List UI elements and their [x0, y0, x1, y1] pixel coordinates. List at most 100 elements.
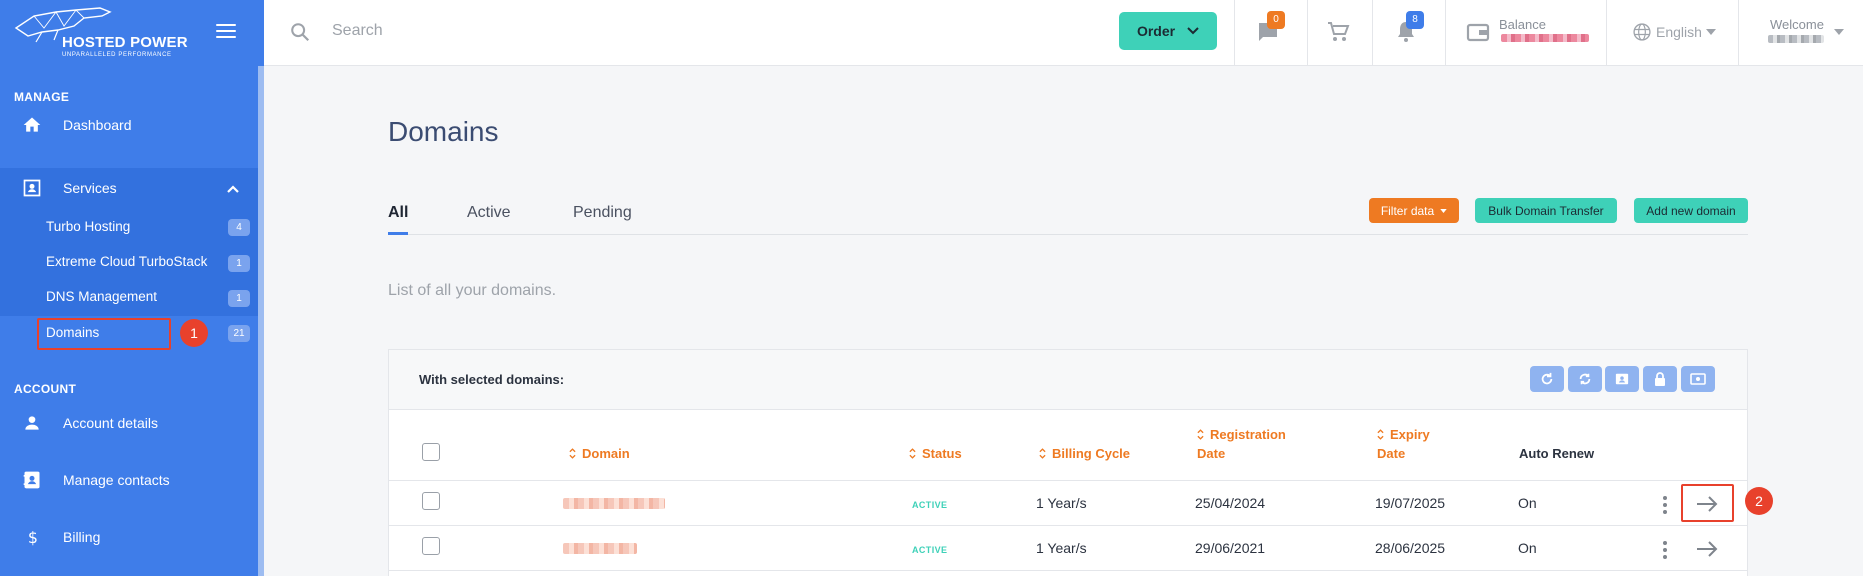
highlight-box: [1681, 484, 1734, 522]
balance-value-redacted: [1501, 34, 1589, 42]
filter-data-button[interactable]: Filter data: [1369, 198, 1459, 223]
auto-renew-value: On: [1518, 495, 1537, 511]
balance-label: Balance: [1499, 17, 1546, 32]
row-checkbox[interactable]: [422, 492, 440, 510]
column-header-billing-cycle[interactable]: Billing Cycle: [1039, 446, 1130, 461]
caret-down-icon: [1440, 208, 1447, 213]
filter-label: Filter data: [1380, 203, 1435, 218]
row-checkbox[interactable]: [422, 537, 440, 555]
username-redacted[interactable]: [1768, 35, 1824, 43]
status-badge: ACTIVE: [912, 500, 948, 510]
order-button[interactable]: Order: [1119, 12, 1217, 50]
sync-icon: [1579, 373, 1591, 385]
expiry-date: 28/06/2025: [1375, 540, 1446, 556]
sidebar-item-extreme-cloud[interactable]: Extreme Cloud TurboStack: [46, 254, 207, 269]
select-all-checkbox[interactable]: [422, 443, 440, 461]
step-marker: 2: [1745, 487, 1773, 515]
column-label: Domain: [582, 446, 630, 461]
sidebar-item-billing[interactable]: $ Billing: [0, 517, 258, 557]
section-title-manage: MANAGE: [14, 90, 70, 104]
column-label: Date: [1197, 446, 1226, 461]
lock-icon: [1655, 372, 1665, 386]
sidebar-item-label: Billing: [63, 529, 101, 545]
domain-name-redacted[interactable]: [563, 498, 665, 509]
billing-cycle: 1 Year/s: [1036, 540, 1087, 556]
welcome-label: Welcome: [1770, 17, 1824, 32]
notifications-badge: 8: [1406, 11, 1424, 29]
domain-name-redacted[interactable]: [563, 543, 637, 554]
search-icon: [291, 23, 310, 42]
lock-button[interactable]: [1643, 366, 1677, 392]
caret-down-icon[interactable]: [1834, 29, 1844, 35]
brand-logo[interactable]: HOSTED POWER UNPARALLELED PERFORMANCE: [14, 6, 194, 60]
language-selector[interactable]: English: [1632, 22, 1716, 42]
menu-toggle-icon[interactable]: [216, 24, 236, 38]
sidebar-item-label: Manage contacts: [63, 472, 170, 488]
home-icon: [23, 117, 41, 132]
header-divider: [1234, 0, 1235, 66]
contacts-button[interactable]: [1605, 366, 1639, 392]
messages-badge: 0: [1267, 11, 1285, 29]
add-new-domain-button[interactable]: Add new domain: [1634, 198, 1748, 223]
contact-card-icon: [23, 179, 41, 197]
arrow-right-icon[interactable]: [1696, 540, 1718, 558]
more-options-icon[interactable]: [1663, 541, 1667, 559]
column-header-domain[interactable]: Domain: [569, 446, 630, 461]
refresh-icon: [1541, 372, 1553, 385]
registration-date: 25/04/2024: [1195, 495, 1266, 511]
sidebar-item-manage-contacts[interactable]: Manage contacts: [0, 460, 258, 500]
tab-pending[interactable]: Pending: [573, 204, 632, 222]
column-header-auto-renew: Auto Renew: [1519, 446, 1595, 461]
sidebar-item-dashboard[interactable]: Dashboard: [0, 105, 258, 145]
status-badge: ACTIVE: [912, 545, 948, 555]
column-label: Expiry: [1390, 427, 1430, 442]
column-header-status[interactable]: Status: [909, 446, 962, 461]
renew-button[interactable]: [1568, 366, 1602, 392]
column-label: Billing Cycle: [1052, 446, 1131, 461]
payment-button[interactable]: [1681, 366, 1715, 392]
brand-tagline: UNPARALLELED PERFORMANCE: [62, 52, 172, 58]
registration-date: 29/06/2021: [1195, 540, 1266, 556]
row-divider: [389, 480, 1747, 481]
globe-icon: [1633, 23, 1651, 41]
chevron-up-icon[interactable]: [226, 182, 240, 196]
sort-icon: [569, 448, 576, 459]
more-options-icon[interactable]: [1663, 496, 1667, 514]
sort-icon: [1377, 429, 1384, 440]
bulk-actions-bar: With selected domains:: [389, 350, 1747, 410]
step-marker: 1: [180, 319, 208, 347]
dollar-icon: $: [28, 528, 38, 547]
header-divider: [1372, 0, 1373, 66]
header-divider: [1307, 0, 1308, 66]
header-divider: [1738, 0, 1739, 66]
highlight-box: [37, 318, 171, 350]
column-header-registration-date[interactable]: Registration Date: [1197, 427, 1286, 461]
with-selected-label: With selected domains:: [419, 372, 565, 387]
sidebar-item-dns-management[interactable]: DNS Management: [46, 289, 157, 304]
count-badge: 1: [228, 255, 250, 272]
column-label: Status: [922, 446, 962, 461]
order-label: Order: [1136, 23, 1176, 39]
sidebar-item-account-details[interactable]: Account details: [0, 403, 258, 443]
cart-icon[interactable]: [1326, 20, 1350, 44]
section-title-account: ACCOUNT: [14, 382, 77, 396]
domains-table-panel: With selected domains: Domain Status Bil…: [388, 349, 1748, 576]
sort-icon: [909, 448, 916, 459]
contact-card-icon: [1615, 373, 1629, 385]
tab-all[interactable]: All: [388, 204, 408, 222]
contacts-book-icon: [23, 471, 40, 489]
header-divider: [1445, 0, 1446, 66]
search-input[interactable]: [332, 18, 832, 44]
sidebar-scrollbar[interactable]: [258, 66, 264, 576]
sidebar-item-label: Dashboard: [63, 117, 132, 133]
refresh-button[interactable]: [1530, 366, 1564, 392]
column-header-expiry-date[interactable]: Expiry Date: [1377, 427, 1430, 461]
tab-active[interactable]: Active: [467, 204, 511, 222]
bulk-domain-transfer-button[interactable]: Bulk Domain Transfer: [1475, 198, 1617, 223]
svg-text:$: $: [28, 528, 38, 547]
count-badge: 21: [228, 325, 250, 342]
sidebar-item-turbo-hosting[interactable]: Turbo Hosting: [46, 219, 130, 234]
header-divider: [1606, 0, 1607, 66]
wallet-icon: [1466, 23, 1490, 42]
sidebar-item-services[interactable]: Services: [0, 168, 258, 208]
